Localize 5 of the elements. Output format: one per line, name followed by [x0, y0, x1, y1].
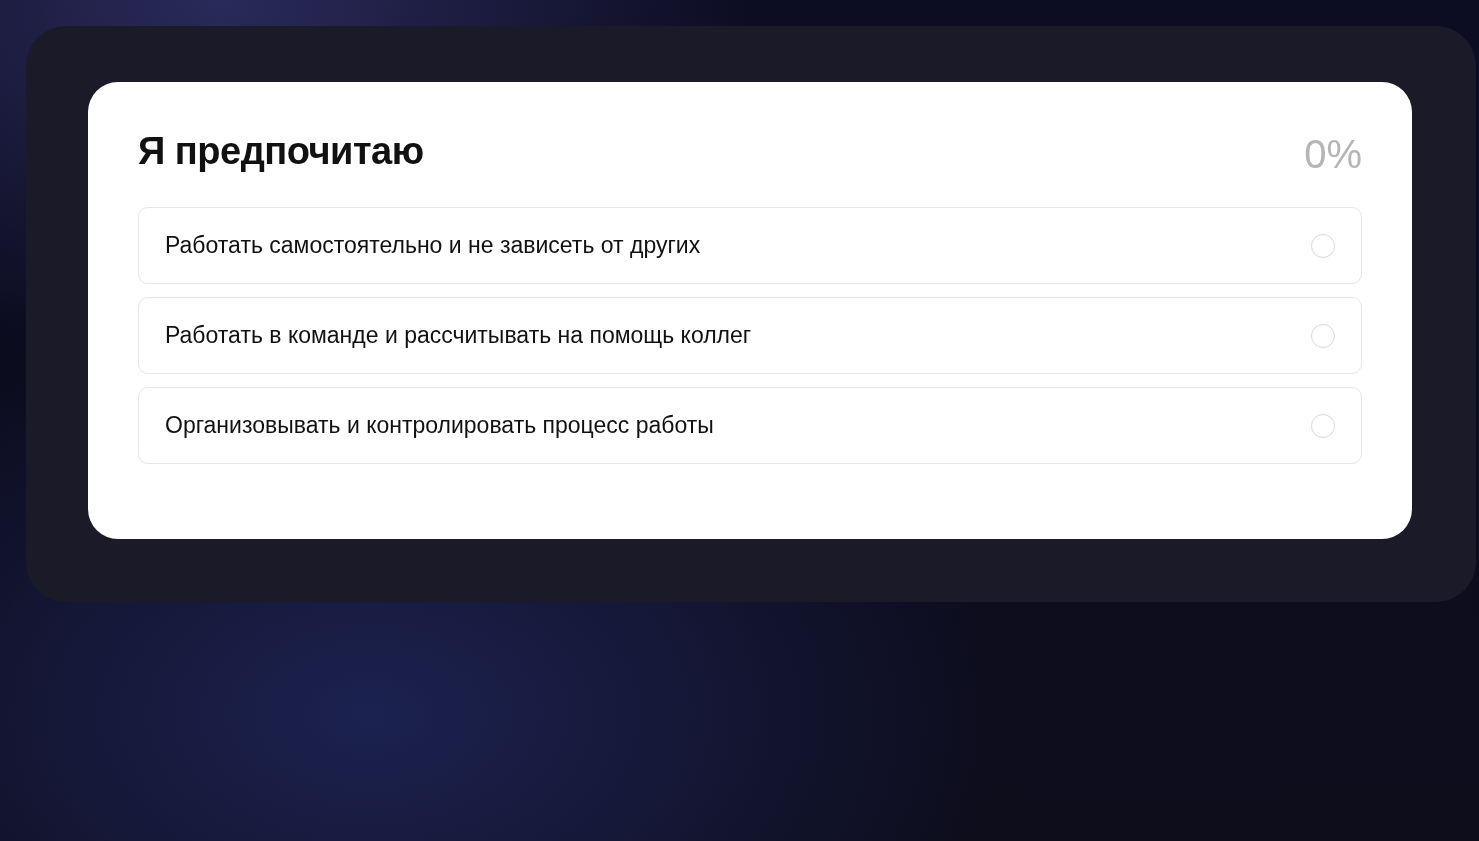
progress-percent: 0%: [1304, 132, 1362, 177]
answer-option[interactable]: Работать в команде и рассчитывать на помощь коллег: [138, 297, 1362, 374]
answer-option[interactable]: Организовывать и контролировать процесс работы: [138, 387, 1362, 464]
answer-option[interactable]: Работать самостоятельно и не зависеть от других: [138, 207, 1362, 284]
question-title: Я предпочитаю: [138, 130, 424, 173]
